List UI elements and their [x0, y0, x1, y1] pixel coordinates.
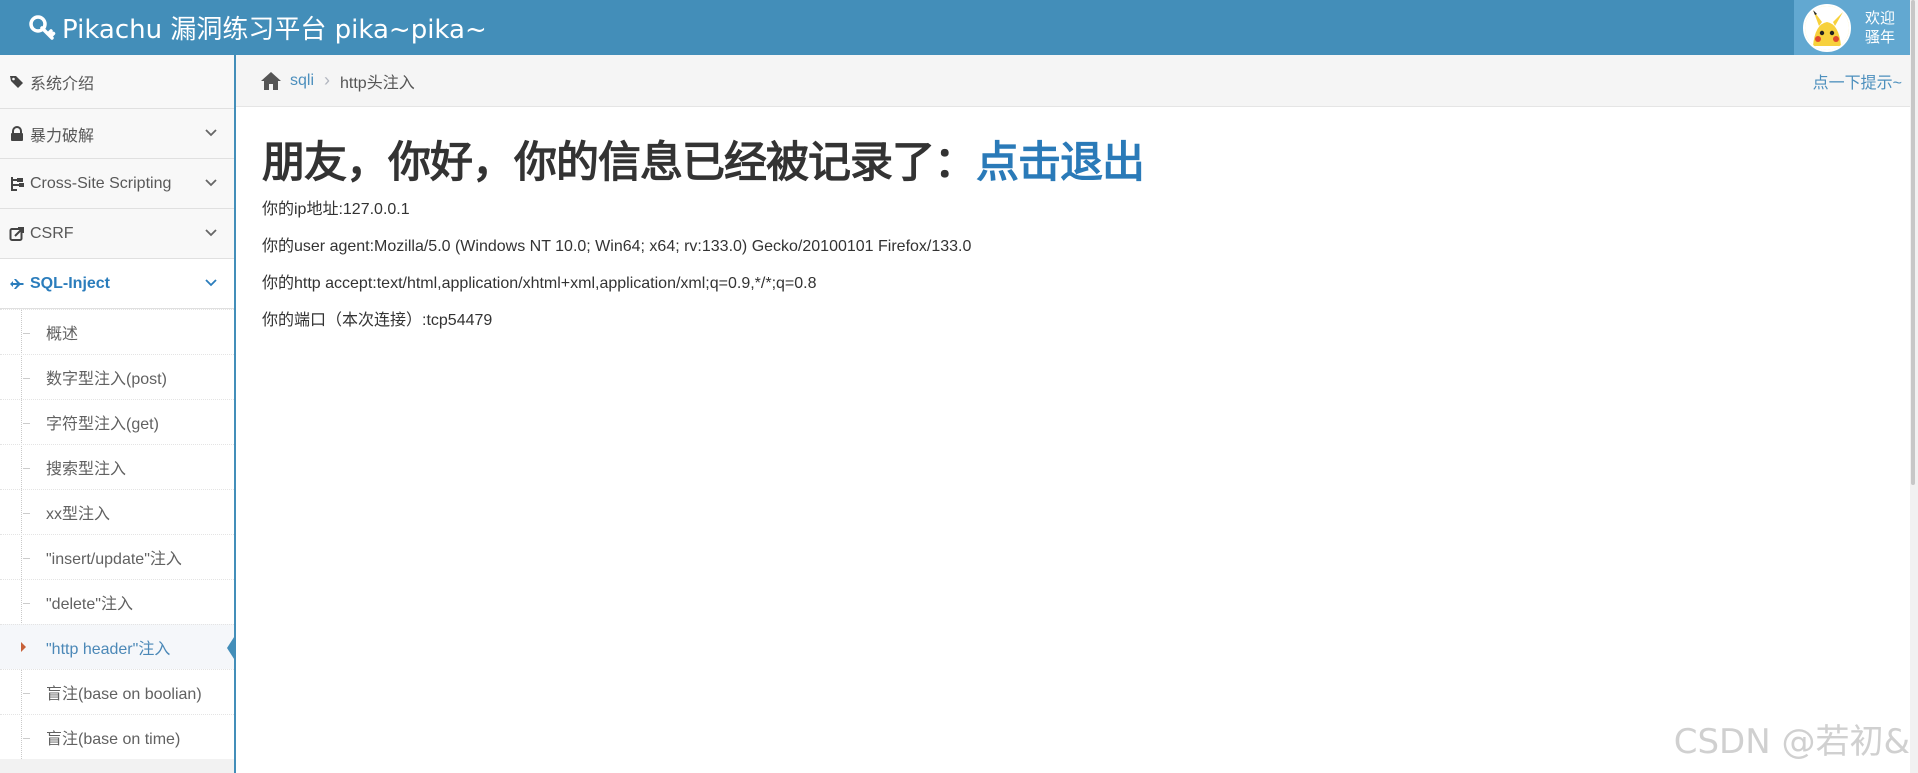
port-info: 你的端口（本次连接）:tcp54479	[262, 312, 493, 329]
tree-tick	[23, 693, 30, 694]
tree-tick	[23, 603, 30, 604]
submenu-item-label: 盲注(base on boolian)	[46, 686, 202, 703]
submenu-item[interactable]: 数字型注入(post)	[0, 354, 234, 399]
user-greeting: 欢迎 骚年	[1865, 9, 1895, 47]
caret-right-icon	[21, 642, 26, 652]
sidebar-item-intro[interactable]: 系统介绍	[0, 55, 234, 109]
submenu-item[interactable]: "insert/update"注入	[0, 534, 234, 579]
sitemap-icon	[11, 176, 24, 191]
scrollbar-thumb[interactable]	[1911, 0, 1915, 485]
submenu-item-label: "http header"注入	[46, 641, 171, 658]
tree-tick	[23, 738, 30, 739]
sidebar-item-label: 系统介绍	[30, 75, 95, 93]
pikachu-avatar-icon	[1805, 5, 1849, 50]
user-line-name: 骚年	[1865, 28, 1896, 46]
submenu-item-label: 数字型注入(post)	[46, 371, 167, 388]
submenu-item[interactable]: 盲注(base on time)	[0, 714, 234, 759]
chevron-down-icon	[205, 179, 217, 187]
headline-text: 朋友，你好，你的信息已经被记录了：	[262, 138, 977, 188]
lock-icon	[11, 125, 23, 141]
submenu-item-active[interactable]: "http header"注入	[0, 624, 236, 669]
tree-tick	[23, 513, 30, 514]
logout-link[interactable]: 点击退出	[976, 138, 1145, 188]
sql-inject-submenu: 概述 数字型注入(post) 字符型注入(get) 搜索型注入 xx型注入 "i…	[0, 309, 236, 759]
active-pointer	[227, 634, 236, 662]
submenu-item-label: "delete"注入	[46, 596, 133, 613]
submenu-item[interactable]: 概述	[0, 309, 234, 354]
page-scrollbar[interactable]	[1910, 0, 1918, 773]
avatar	[1803, 3, 1851, 52]
sidebar-item-label: SQL-Inject	[30, 274, 111, 292]
accept-info: 你的http accept:text/html,application/xhtm…	[262, 275, 817, 292]
sidebar: 系统介绍 暴力破解 Cross-Site Scripting CSRF SQL-…	[0, 55, 236, 773]
submenu-item[interactable]: "delete"注入	[0, 579, 234, 624]
submenu-item-label: 盲注(base on time)	[46, 731, 181, 748]
sidebar-item-csrf[interactable]: CSRF	[0, 209, 234, 259]
sidebar-item-xss[interactable]: Cross-Site Scripting	[0, 159, 234, 209]
tree-tick	[23, 333, 30, 334]
brand-title: Pikachu 漏洞练习平台 pika~pika~	[62, 15, 487, 45]
fighter-jet-icon	[10, 278, 24, 289]
key-icon	[29, 14, 56, 40]
breadcrumb: sqli › http头注入 点一下提示~	[236, 55, 1910, 107]
ip-info: 你的ip地址:127.0.0.1	[262, 201, 410, 218]
chevron-down-icon	[205, 129, 217, 137]
page-title: 朋友，你好，你的信息已经被记录了：点击退出	[262, 135, 1145, 191]
hint-link[interactable]: 点一下提示~	[1813, 69, 1902, 93]
submenu-item[interactable]: 盲注(base on boolian)	[0, 669, 234, 714]
sidebar-item-sql-inject[interactable]: SQL-Inject	[0, 259, 234, 309]
watermark: CSDN @若初&	[1673, 722, 1910, 762]
chevron-down-icon	[205, 229, 217, 237]
tags-icon	[10, 75, 23, 88]
chevron-down-icon	[205, 279, 217, 287]
user-agent-info: 你的user agent:Mozilla/5.0 (Windows NT 10.…	[262, 238, 972, 255]
breadcrumb-separator: ›	[324, 70, 331, 90]
sidebar-item-bruteforce[interactable]: 暴力破解	[0, 109, 234, 159]
submenu-item-label: 字符型注入(get)	[46, 416, 159, 433]
tree-tick	[23, 558, 30, 559]
tree-tick	[23, 468, 30, 469]
sidebar-item-label: CSRF	[30, 224, 74, 242]
home-icon	[261, 71, 281, 90]
submenu-item[interactable]: 搜索型注入	[0, 444, 234, 489]
submenu-item-label: 搜索型注入	[46, 461, 127, 478]
sidebar-item-label: Cross-Site Scripting	[30, 174, 172, 192]
user-line-welcome: 欢迎	[1865, 9, 1896, 27]
submenu-item[interactable]: 字符型注入(get)	[0, 399, 234, 444]
brand[interactable]: Pikachu 漏洞练习平台 pika~pika~	[28, 0, 487, 55]
submenu-item-label: xx型注入	[46, 506, 111, 523]
breadcrumb-link-sqli[interactable]: sqli	[290, 72, 314, 90]
share-icon	[9, 226, 24, 241]
page-content: 朋友，你好，你的信息已经被记录了：点击退出 你的ip地址:127.0.0.1 你…	[262, 135, 1145, 339]
tree-tick	[23, 378, 30, 379]
sidebar-item-label: 暴力破解	[30, 127, 95, 145]
submenu-item[interactable]: xx型注入	[0, 489, 234, 534]
breadcrumb-current: http头注入	[340, 74, 415, 92]
tree-tick	[23, 423, 30, 424]
submenu-item-label: 概述	[46, 326, 79, 343]
user-menu[interactable]: 欢迎 骚年	[1794, 0, 1910, 55]
top-navbar: Pikachu 漏洞练习平台 pika~pika~ 欢迎 骚年	[0, 0, 1918, 55]
submenu-item-label: "insert/update"注入	[46, 551, 182, 568]
